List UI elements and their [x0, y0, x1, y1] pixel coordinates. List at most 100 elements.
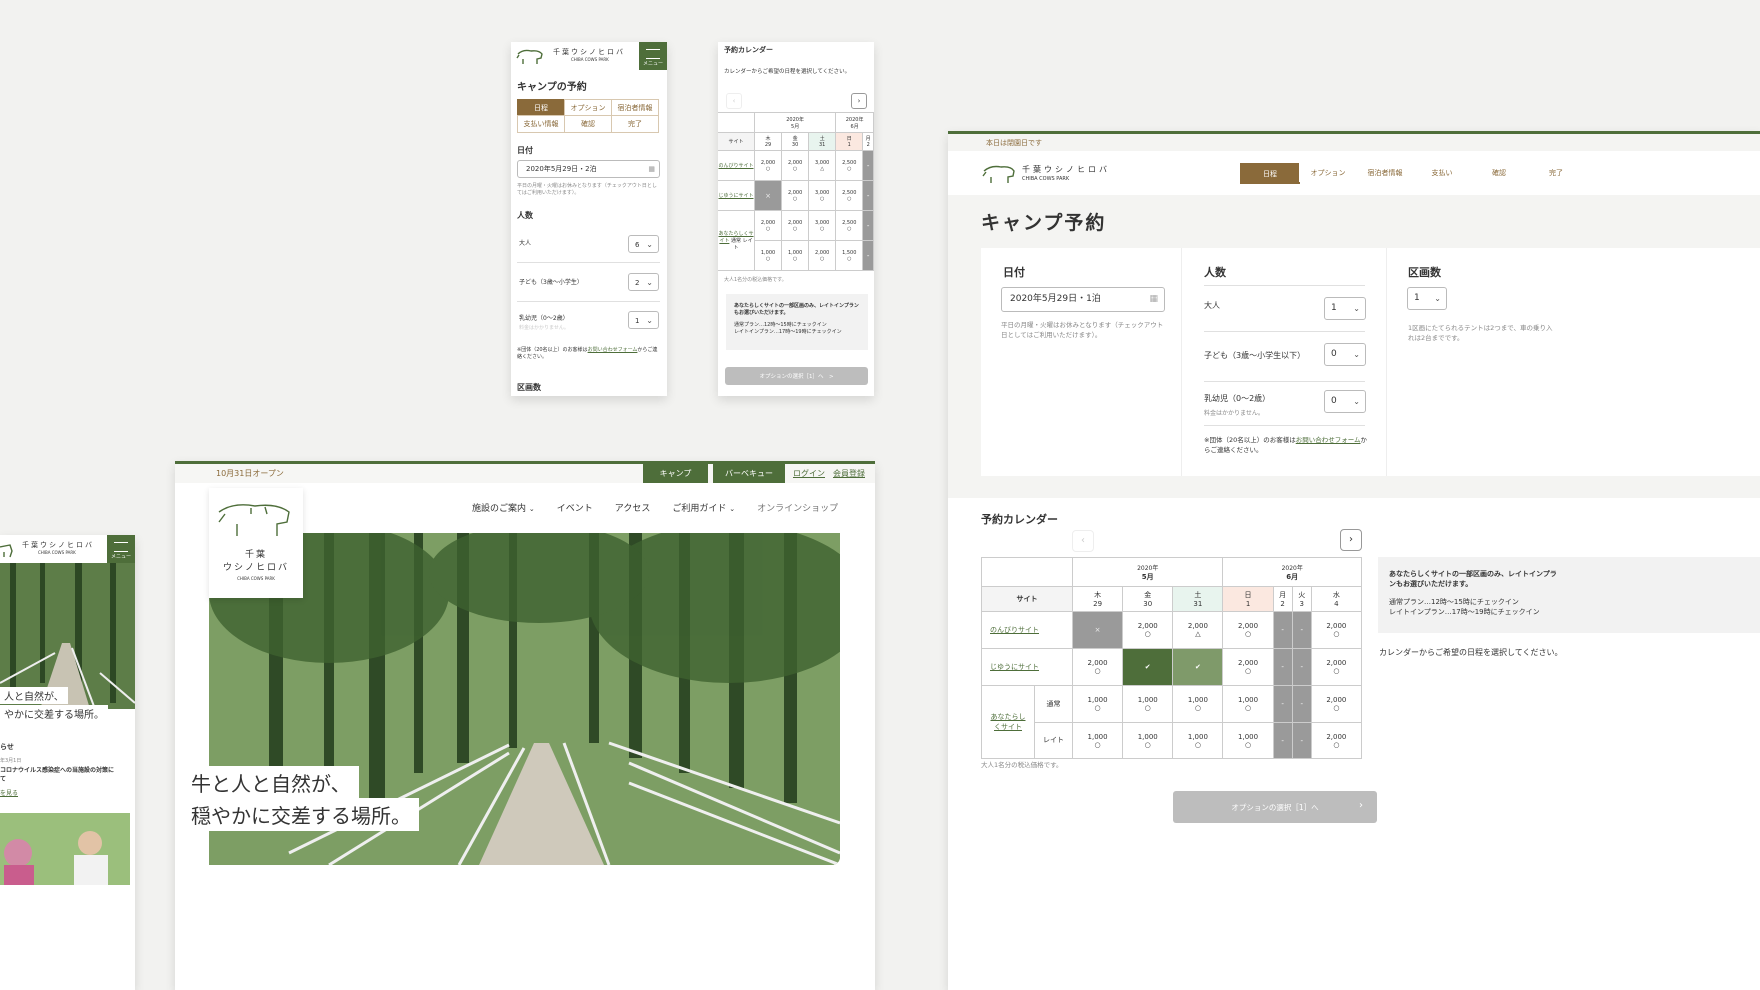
- calendar-cell[interactable]: 1,000 ○: [753, 240, 783, 271]
- calendar-cell[interactable]: 2,000 ○: [753, 150, 783, 181]
- site-name-link[interactable]: あなたらしくサイト 通常 レイト: [981, 685, 1073, 759]
- info-box: あなたらしくサイトの一部区画のみ、レイトインプランもお選びいただけます。 通常プ…: [726, 294, 868, 350]
- calendar-cell-selected[interactable]: ✔: [1122, 648, 1174, 686]
- people-label: 人数: [1204, 266, 1226, 279]
- calendar-cell[interactable]: 2,500 ○: [835, 180, 864, 211]
- hero-text-line1: 人と自然が、: [0, 687, 68, 704]
- chevron-down-icon: ⌄: [528, 505, 535, 513]
- register-link[interactable]: 会員登録: [833, 468, 865, 479]
- calendar-cell[interactable]: 2,000 ○: [1310, 611, 1363, 649]
- infant-select[interactable]: 0 ⌄: [1324, 390, 1366, 413]
- calendar-cell-closed: -: [862, 210, 874, 241]
- calendar-cell[interactable]: 2,000 ○: [753, 210, 783, 241]
- date-field[interactable]: 2020年5月29日・2泊 ▦: [517, 160, 660, 178]
- calendar-cell[interactable]: 2,000 ○: [1122, 611, 1174, 649]
- section-select[interactable]: 1 ⌄: [1407, 287, 1447, 310]
- step-indicator-row2: 支払い情報 確認 完了: [517, 115, 659, 133]
- price-note: 大人1名分の税込価格です。: [724, 277, 787, 283]
- news-more-link[interactable]: を見る: [0, 788, 18, 797]
- calendar-cell[interactable]: 1,000 ○: [1071, 722, 1124, 759]
- date-value: 2020年5月29日・1泊: [1010, 294, 1101, 304]
- calendar-cell[interactable]: 1,000 ○: [1122, 685, 1174, 723]
- next-option-label: オプションの選択［1］へ: [1231, 802, 1319, 812]
- calendar-cell-closed: -: [1291, 648, 1312, 686]
- calendar-cell[interactable]: 2,000 ○: [1222, 648, 1274, 686]
- nav-item-guide[interactable]: ご利用ガイド ⌄: [672, 501, 735, 514]
- divider: [1204, 331, 1365, 332]
- day-header: 土 31: [808, 132, 837, 151]
- left-mobile-card: 千葉ウシノヒロバ CHIBA COWS PARK メニュー 人と自然が、 やかに…: [0, 535, 135, 990]
- info-line: 通常プラン…12時〜15時にチェックイン: [1389, 598, 1519, 606]
- calendar-cell[interactable]: 3,000 ○: [808, 210, 837, 241]
- calendar-cell[interactable]: 1,000 ○: [1172, 722, 1224, 759]
- calendar-cell[interactable]: 1,000 ○: [1122, 722, 1174, 759]
- site-name-link[interactable]: のんびりサイト: [981, 611, 1073, 649]
- child-select[interactable]: 2 ⌄: [628, 273, 659, 291]
- calendar-cell-closed: -: [1291, 722, 1312, 759]
- nav-item-access[interactable]: アクセス: [615, 501, 651, 514]
- day-header: 土 31: [1172, 586, 1224, 612]
- contact-form-link[interactable]: お問い合わせフォーム: [1296, 436, 1361, 444]
- menu-button[interactable]: メニュー: [107, 535, 135, 563]
- next-month-button[interactable]: ›: [1340, 529, 1362, 551]
- child-select[interactable]: 0 ⌄: [1324, 343, 1366, 366]
- calendar-cell[interactable]: 2,000 ○: [1310, 722, 1363, 759]
- contact-form-link[interactable]: お問い合わせフォーム: [588, 347, 638, 353]
- section-label: 区画数: [1408, 266, 1441, 279]
- divider: [1204, 425, 1365, 426]
- month-header: 2020年 6月: [835, 112, 874, 133]
- prev-month-button[interactable]: ‹: [1072, 530, 1094, 552]
- menu-button[interactable]: メニュー: [639, 42, 667, 70]
- calendar-cell[interactable]: 2,500 ○: [835, 210, 864, 241]
- group-note: ※団体（20名以上）のお客様はお問い合わせフォームからご連絡ください。: [517, 346, 662, 360]
- day-header: 金 30: [1122, 586, 1174, 612]
- next-month-button[interactable]: ›: [851, 93, 867, 109]
- calendar-cell[interactable]: 2,000 ○: [808, 240, 837, 271]
- site-name[interactable]: あなたらしくサイト: [988, 712, 1028, 732]
- site-name-link[interactable]: じゆうにサイト: [981, 648, 1073, 686]
- site-name-link[interactable]: のんびりサイト: [718, 150, 755, 181]
- calendar-cell[interactable]: 2,000 ○: [1071, 648, 1124, 686]
- calendar-cell[interactable]: 3,000 △: [808, 150, 837, 181]
- calendar-cell[interactable]: 2,000 ○: [1310, 648, 1363, 686]
- calendar-cell[interactable]: 2,000 △: [1172, 611, 1224, 649]
- calendar-cell[interactable]: 2,500 ○: [835, 150, 864, 181]
- calendar-cell[interactable]: 1,500 ○: [835, 240, 864, 271]
- calendar-cell[interactable]: 1,000 ○: [1222, 722, 1274, 759]
- panel-divider: [1181, 248, 1182, 476]
- nav-item-events[interactable]: イベント: [557, 501, 593, 514]
- calendar-cell[interactable]: 1,000 ○: [1222, 685, 1274, 723]
- hamburger-icon: [646, 49, 660, 59]
- calendar-cell-selected[interactable]: ✔: [1172, 648, 1224, 686]
- calendar-cell[interactable]: 3,000 ○: [808, 180, 837, 211]
- desktop-calendar-table: 2020年 5月 2020年 6月 サイト 木 29 金 30 土 31 日1 月2 火3…: [981, 557, 1363, 759]
- calendar-cell[interactable]: 1,000 ○: [781, 240, 810, 271]
- day-header: 金 30: [781, 132, 810, 151]
- calendar-cell[interactable]: 2,000 ○: [781, 150, 810, 181]
- calendar-icon: ▦: [648, 165, 655, 173]
- prev-month-button[interactable]: ‹: [726, 93, 742, 109]
- next-option-button[interactable]: オプションの選択［1］へ ›: [1173, 791, 1377, 823]
- site-name-link[interactable]: あなたらしくサイト 通常 レイト: [718, 210, 755, 271]
- infant-note: 料金はかかりません。: [1204, 410, 1264, 417]
- infant-select[interactable]: 1 ⌄: [628, 311, 659, 329]
- calendar-cell[interactable]: 2,000 ○: [1310, 685, 1363, 723]
- nav-item-shop[interactable]: オンラインショップ: [757, 501, 838, 514]
- adult-select[interactable]: 6 ⌄: [628, 235, 659, 253]
- nav-item-facilities[interactable]: 施設のご案内 ⌄: [472, 501, 535, 514]
- bbq-button[interactable]: バーベキュー: [713, 464, 785, 483]
- calendar-cell[interactable]: 2,000 ○: [781, 180, 810, 211]
- site-name-link[interactable]: じゆうにサイト: [718, 180, 755, 211]
- calendar-cell[interactable]: 2,000 ○: [1222, 611, 1274, 649]
- day-header: 木 29: [753, 132, 783, 151]
- cow-logo-icon: [516, 49, 543, 64]
- site-header: サイト: [981, 586, 1073, 612]
- login-link[interactable]: ログイン: [793, 468, 825, 479]
- calendar-cell[interactable]: 1,000 ○: [1172, 685, 1224, 723]
- calendar-cell[interactable]: 1,000 ○: [1071, 685, 1124, 723]
- calendar-cell[interactable]: 2,000 ○: [781, 210, 810, 241]
- adult-select[interactable]: 1 ⌄: [1324, 297, 1366, 320]
- date-field[interactable]: 2020年5月29日・1泊 ▦: [1001, 287, 1165, 312]
- camp-button[interactable]: キャンプ: [643, 464, 708, 483]
- next-option-button[interactable]: オプションの選択［1］へ >: [725, 367, 868, 385]
